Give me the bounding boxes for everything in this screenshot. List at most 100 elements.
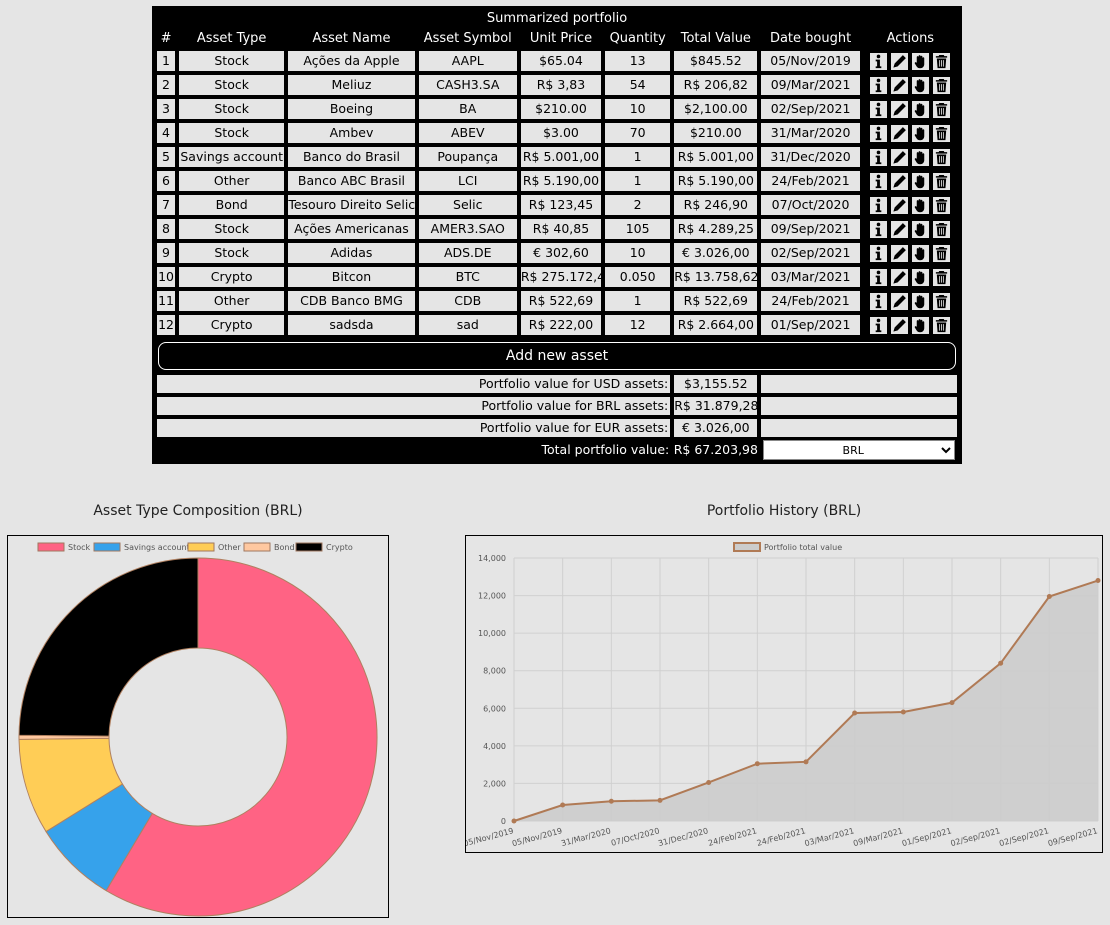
data-point[interactable]	[754, 761, 760, 767]
hand-icon[interactable]	[911, 195, 931, 215]
data-point[interactable]	[852, 710, 858, 716]
trash-icon[interactable]	[932, 219, 952, 239]
data-point[interactable]	[1046, 594, 1052, 600]
info-icon[interactable]	[869, 243, 889, 263]
hand-icon[interactable]	[911, 243, 931, 263]
hand-icon[interactable]	[911, 315, 931, 335]
legend-item[interactable]: Savings account	[93, 542, 190, 552]
trash-icon[interactable]	[932, 315, 952, 335]
pencil-icon[interactable]	[890, 195, 910, 215]
cell-type: Stock	[178, 122, 286, 144]
trash-icon[interactable]	[932, 195, 952, 215]
cell-symbol: Selic	[417, 194, 518, 216]
column-header: Asset Name	[287, 30, 416, 48]
legend-item[interactable]: Bond	[243, 542, 295, 552]
hand-icon[interactable]	[911, 267, 931, 287]
summary-row: Portfolio value for EUR assets: € 3.026,0…	[156, 418, 958, 438]
data-point[interactable]	[900, 709, 906, 715]
cell-name: Banco ABC Brasil	[287, 170, 416, 192]
y-tick-label: 6,000	[483, 704, 506, 713]
trash-icon[interactable]	[932, 267, 952, 287]
summary-empty	[760, 396, 958, 416]
trash-icon[interactable]	[932, 123, 952, 143]
pencil-icon[interactable]	[890, 315, 910, 335]
trash-icon[interactable]	[932, 291, 952, 311]
legend-item[interactable]: Other	[187, 542, 241, 552]
data-point[interactable]	[608, 798, 614, 804]
pencil-icon[interactable]	[890, 75, 910, 95]
currency-select[interactable]: BRL	[763, 440, 956, 460]
cell-date: 24/Feb/2021	[760, 290, 861, 312]
pencil-icon[interactable]	[890, 267, 910, 287]
data-point[interactable]	[511, 818, 517, 824]
info-icon[interactable]	[869, 315, 889, 335]
pencil-icon[interactable]	[890, 219, 910, 239]
cell-date: 09/Mar/2021	[760, 74, 861, 96]
cell-total: R$ 206,82	[673, 74, 759, 96]
hand-icon[interactable]	[911, 99, 931, 119]
trash-icon[interactable]	[932, 99, 952, 119]
cell-qty: 1	[604, 146, 672, 168]
pie-slice-crypto[interactable]	[18, 557, 199, 737]
info-icon[interactable]	[869, 99, 889, 119]
hand-icon[interactable]	[911, 147, 931, 167]
data-point[interactable]	[657, 797, 663, 803]
cell-n: 9	[156, 242, 177, 264]
info-icon[interactable]	[869, 75, 889, 95]
add-cell: Add new asset	[156, 338, 958, 372]
cell-n: 10	[156, 266, 177, 288]
y-tick-label: 10,000	[478, 629, 506, 638]
info-icon[interactable]	[869, 171, 889, 191]
table-row: 10CryptoBitconBTCR$ 275.172,400.050R$ 13…	[156, 266, 958, 288]
hand-icon[interactable]	[911, 171, 931, 191]
legend-item[interactable]: Stock	[37, 542, 91, 552]
data-point[interactable]	[1095, 578, 1101, 584]
info-icon[interactable]	[869, 267, 889, 287]
data-point[interactable]	[560, 802, 566, 808]
data-point[interactable]	[803, 759, 809, 765]
pencil-icon[interactable]	[890, 123, 910, 143]
info-icon[interactable]	[869, 123, 889, 143]
pencil-icon[interactable]	[890, 51, 910, 71]
pencil-icon[interactable]	[890, 99, 910, 119]
summary-empty	[760, 418, 958, 438]
legend-item[interactable]: Portfolio total value	[733, 542, 842, 552]
hand-icon[interactable]	[911, 291, 931, 311]
info-icon[interactable]	[869, 219, 889, 239]
trash-icon[interactable]	[932, 75, 952, 95]
pencil-icon[interactable]	[890, 291, 910, 311]
info-icon[interactable]	[869, 147, 889, 167]
cell-symbol: BA	[417, 98, 518, 120]
info-icon[interactable]	[869, 195, 889, 215]
pencil-icon[interactable]	[890, 171, 910, 191]
cell-total: € 3.026,00	[673, 242, 759, 264]
add-new-asset-button[interactable]: Add new asset	[158, 342, 956, 370]
pencil-icon[interactable]	[890, 147, 910, 167]
info-icon[interactable]	[869, 291, 889, 311]
hand-icon[interactable]	[911, 123, 931, 143]
data-point[interactable]	[949, 700, 955, 706]
hand-icon[interactable]	[911, 219, 931, 239]
data-point[interactable]	[998, 660, 1004, 666]
x-tick-label: 02/Sep/2021	[950, 826, 1002, 848]
cell-type: Bond	[178, 194, 286, 216]
trash-icon[interactable]	[932, 171, 952, 191]
y-tick-label: 0	[501, 817, 506, 826]
summary-label: Portfolio value for BRL assets:	[156, 396, 672, 416]
trash-icon[interactable]	[932, 147, 952, 167]
legend-item[interactable]: Crypto	[295, 542, 353, 552]
info-icon[interactable]	[869, 51, 889, 71]
cell-price: R$ 522,69	[519, 290, 603, 312]
legend-label: Savings account	[124, 543, 190, 552]
add-row: Add new asset	[156, 338, 958, 372]
pencil-icon[interactable]	[890, 243, 910, 263]
hand-icon[interactable]	[911, 51, 931, 71]
action-buttons	[863, 291, 958, 311]
cell-symbol: AMER3.SAO	[417, 218, 518, 240]
trash-icon[interactable]	[932, 51, 952, 71]
cell-n: 3	[156, 98, 177, 120]
data-point[interactable]	[706, 779, 712, 785]
trash-icon[interactable]	[932, 243, 952, 263]
cell-date: 31/Dec/2020	[760, 146, 861, 168]
hand-icon[interactable]	[911, 75, 931, 95]
